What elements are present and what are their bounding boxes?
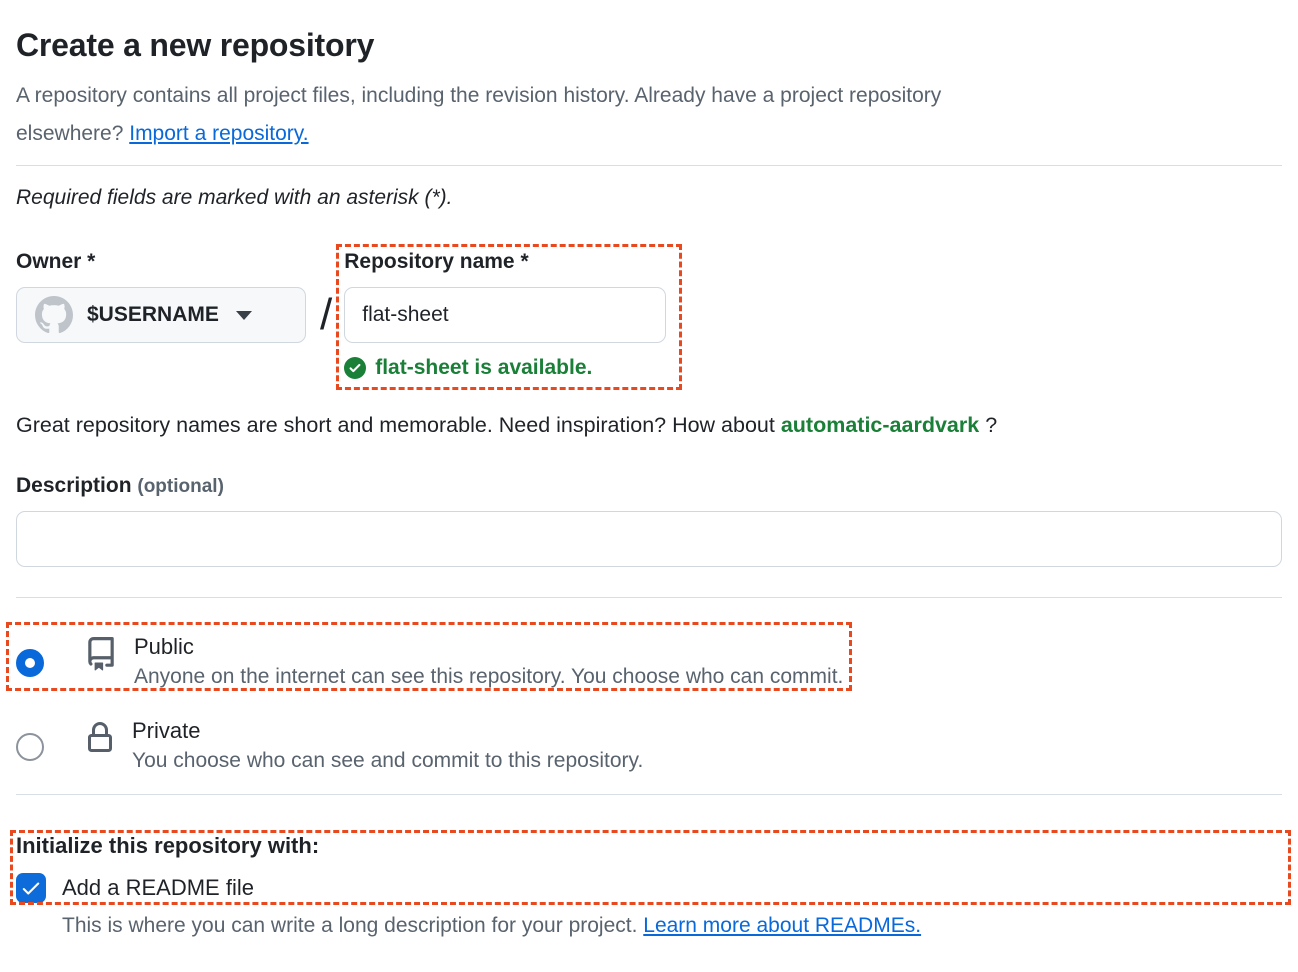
repo-name-label: Repository name * [344,249,666,274]
readme-option-row[interactable]: Add a README file [16,873,1282,903]
intro-text: A repository contains all project files,… [16,77,1282,153]
readme-note: This is where you can write a long descr… [62,914,1282,938]
slash-separator: / [320,287,332,343]
owner-username: $USERNAME [87,303,219,327]
owner-column: Owner * $USERNAME [16,249,306,343]
visibility-option-private[interactable]: Private You choose who can see and commi… [16,717,1282,778]
divider-visibility [16,597,1282,598]
check-icon [20,877,42,899]
suggestion-suffix: ? [979,413,997,437]
description-label-text: Description [16,474,132,497]
description-label: Description (optional) [16,474,1282,498]
lock-icon [84,719,116,757]
check-circle-icon [344,357,366,379]
repo-availability: flat-sheet is available. [344,356,666,380]
required-fields-note: Required fields are marked with an aster… [16,186,1282,210]
suggestion-prefix: Great repository names are short and mem… [16,413,781,437]
create-repository-page: Create a new repository A repository con… [0,0,1298,938]
suggested-name-link[interactable]: automatic-aardvark [781,413,979,437]
caret-down-icon [236,311,252,320]
public-label: Public [134,633,843,660]
private-text-block: Private You choose who can see and commi… [132,717,643,778]
repo-name-column: Repository name * flat-sheet is availabl… [344,249,666,380]
public-text-block: Public Anyone on the internet can see th… [134,633,843,694]
divider-initialize [16,794,1282,795]
owner-select-button[interactable]: $USERNAME [16,287,306,343]
public-description: Anyone on the internet can see this repo… [134,660,843,694]
repo-name-input[interactable] [344,287,666,343]
divider-top [16,165,1282,166]
description-input[interactable] [16,511,1282,567]
github-avatar-icon [35,296,73,334]
intro-line1: A repository contains all project files,… [16,84,941,107]
visibility-option-public[interactable]: Public Anyone on the internet can see th… [16,633,1282,694]
import-repository-link[interactable]: Import a repository. [129,122,308,145]
owner-label: Owner * [16,249,306,274]
availability-text: flat-sheet is available. [375,356,592,380]
init-heading: Initialize this repository with: [16,833,1282,859]
repo-book-icon [84,635,118,673]
readme-learn-more-link[interactable]: Learn more about READMEs. [643,914,921,937]
intro-line2: elsewhere? [16,122,129,145]
private-description: You choose who can see and commit to thi… [132,744,643,778]
owner-repo-row: Owner * $USERNAME / Repository name * fl… [16,249,1282,380]
private-radio[interactable] [16,733,44,761]
optional-hint: (optional) [137,476,224,497]
repo-suggestion-text: Great repository names are short and mem… [16,413,1282,438]
readme-note-text: This is where you can write a long descr… [62,914,643,937]
readme-checkbox[interactable] [16,873,46,903]
private-label: Private [132,717,643,744]
readme-label: Add a README file [62,875,254,901]
public-radio[interactable] [16,649,44,677]
page-title: Create a new repository [16,0,1282,64]
